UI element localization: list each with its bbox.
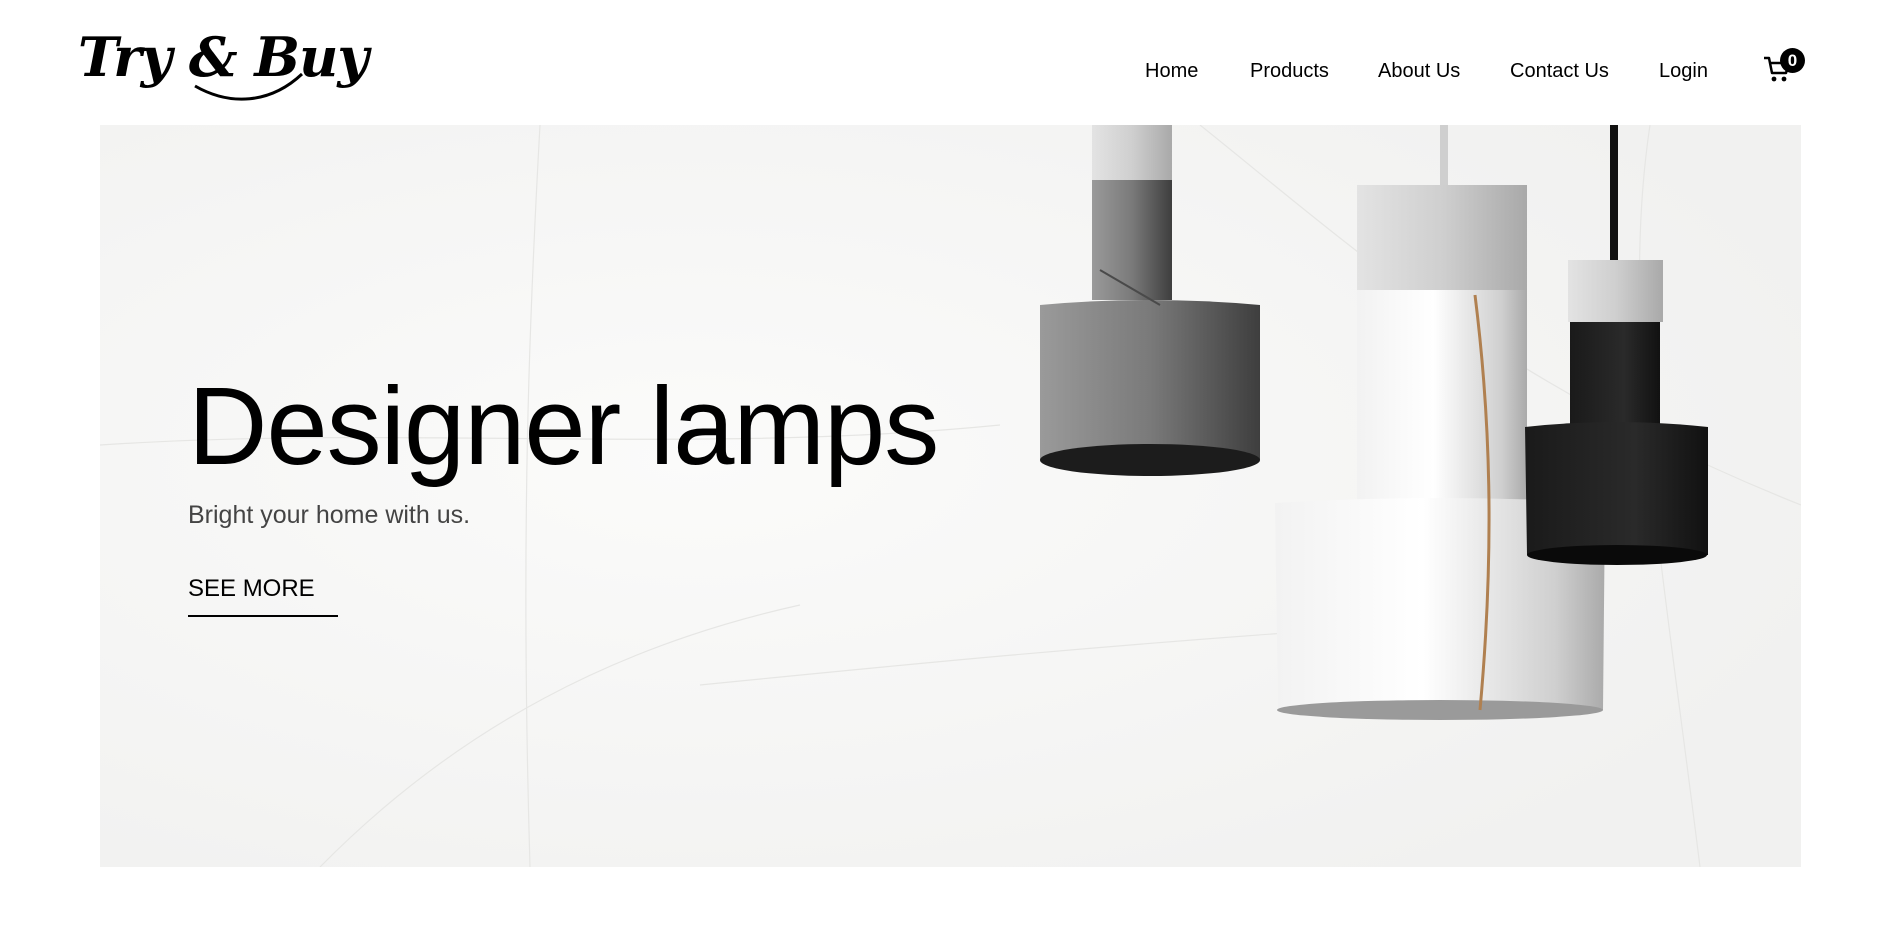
nav-login[interactable]: Login <box>1659 60 1708 83</box>
nav-contact-us[interactable]: Contact Us <box>1510 60 1609 83</box>
nav-products[interactable]: Products <box>1250 60 1329 83</box>
nav-about-us[interactable]: About Us <box>1378 60 1460 83</box>
grey-lamp <box>1040 125 1260 476</box>
pendant-lamps-image <box>1040 125 1708 720</box>
logo-swash <box>194 72 304 101</box>
nav-home[interactable]: Home <box>1145 60 1198 83</box>
cart-count-badge: 0 <box>1780 48 1805 73</box>
white-lamp <box>1275 125 1605 720</box>
black-lamp <box>1525 125 1708 565</box>
hero-banner: Designer lamps Bright your home with us.… <box>100 125 1801 867</box>
cart-button[interactable]: 0 <box>1762 48 1805 84</box>
